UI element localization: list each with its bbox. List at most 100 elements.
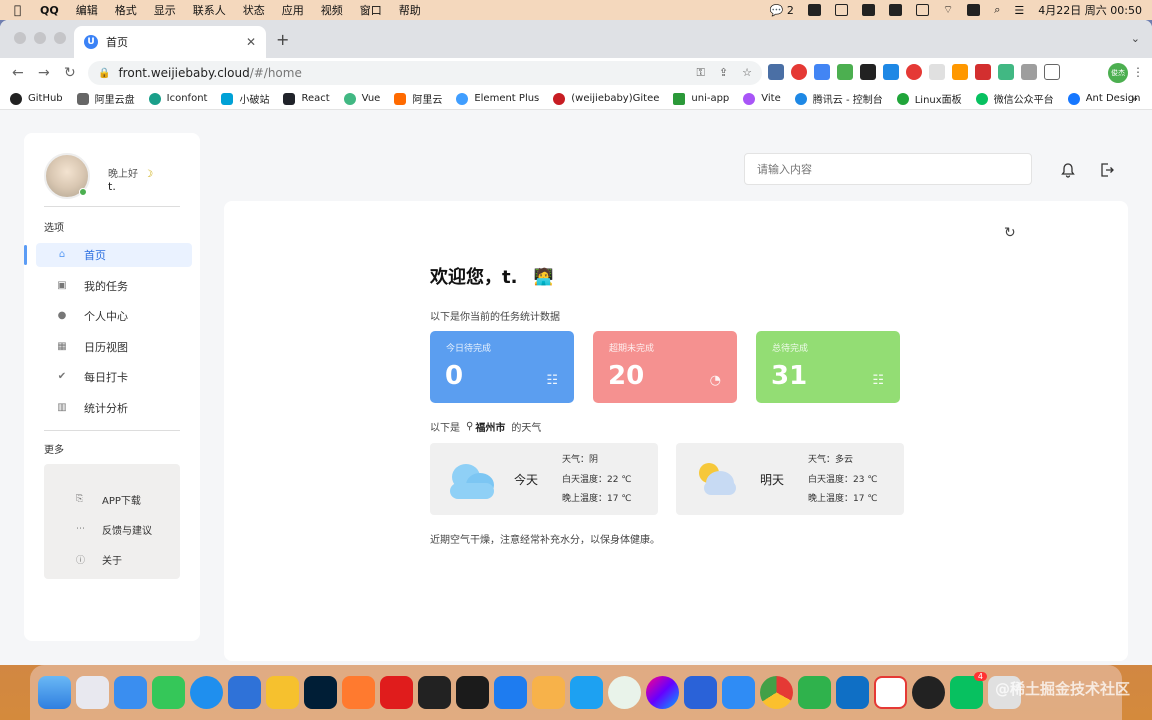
sidebar-item-check-in[interactable]: ✔ 每日打卡 (36, 365, 192, 389)
wechat-dock-icon[interactable]: 4 (950, 672, 987, 709)
activity-monitor-icon[interactable] (456, 676, 489, 709)
bookmark-github[interactable]: GitHub (10, 92, 63, 105)
tray-app-icon[interactable] (888, 4, 902, 16)
share-icon[interactable]: ⇪ (719, 66, 728, 80)
clock[interactable]: 4月22日 周六 00:50 (1038, 2, 1142, 18)
photoshop-icon[interactable] (304, 676, 337, 709)
menu-apps[interactable]: 应用 (282, 2, 304, 18)
notes-app-icon[interactable] (266, 676, 299, 709)
extension-icon[interactable] (952, 64, 968, 80)
new-tab-button[interactable]: + (276, 30, 289, 49)
bookmark-tencent-cloud[interactable]: 腾讯云 - 控制台 (794, 91, 883, 106)
terminal-icon[interactable] (418, 676, 451, 709)
tray-app-icon[interactable] (807, 4, 821, 16)
key-icon[interactable]: ⚿ (697, 66, 705, 80)
lanhu-icon[interactable] (494, 676, 527, 709)
extension-adblock-icon[interactable] (791, 64, 807, 80)
sidebar-item-home[interactable]: ⌂ 首页 (24, 243, 192, 267)
bell-icon[interactable] (1060, 162, 1076, 178)
bookmark-vue[interactable]: Vue (343, 92, 380, 105)
bookmark-react[interactable]: React (283, 92, 330, 105)
back-button[interactable]: ← (12, 65, 26, 81)
zoom-window-button[interactable] (54, 32, 66, 44)
reload-button[interactable]: ↻ (64, 65, 78, 81)
menu-help[interactable]: 帮助 (399, 2, 421, 18)
youdao-icon[interactable] (380, 676, 413, 709)
teambition-icon[interactable] (570, 676, 603, 709)
network-app-icon[interactable] (228, 676, 261, 709)
launchpad-icon[interactable] (76, 676, 109, 709)
safari-icon[interactable] (190, 676, 223, 709)
menu-edit[interactable]: 编辑 (76, 2, 98, 18)
close-window-button[interactable] (14, 32, 26, 44)
lock-icon[interactable]: 🔒 (98, 68, 110, 79)
tab-search-chevron-icon[interactable]: ⌄ (1131, 32, 1140, 45)
input-method-icon[interactable] (967, 4, 981, 16)
monitor-app-icon[interactable] (684, 676, 717, 709)
bookmark-bilibili[interactable]: 小破站 (221, 91, 269, 106)
tab-home[interactable]: U 首页 ✕ (74, 26, 266, 58)
apple-menu-icon[interactable]:  (14, 3, 28, 17)
more-item-app-download[interactable]: ⎘ APP下载 (44, 484, 180, 514)
bookmark-aliyun[interactable]: 阿里云 (394, 91, 442, 106)
wifi-icon[interactable]: ⌔ (943, 3, 953, 17)
bookmark-element-plus[interactable]: Element Plus (456, 92, 539, 105)
finder-icon[interactable] (38, 676, 71, 709)
bookmark-star-icon[interactable]: ☆ (742, 66, 752, 80)
browser-menu-icon[interactable]: ⋮ (1132, 65, 1144, 79)
close-tab-icon[interactable]: ✕ (246, 35, 256, 49)
stat-card-total-pending[interactable]: 总待完成 31 ☷ (756, 331, 900, 403)
bookmark-vite[interactable]: Vite (743, 92, 781, 105)
fusion-app-icon[interactable] (532, 676, 565, 709)
profile-avatar[interactable]: 俊杰 (1108, 63, 1128, 83)
menu-window[interactable]: 窗口 (360, 2, 382, 18)
bookmark-gitee[interactable]: (weijiebaby)Gitee (553, 92, 659, 105)
extension-block-icon[interactable] (906, 64, 922, 80)
bookmark-uni-app[interactable]: uni-app (673, 92, 729, 105)
tray-app-icon[interactable] (861, 4, 875, 16)
extension-icon[interactable] (883, 64, 899, 80)
hbuilder-icon[interactable] (798, 676, 831, 709)
vscode-icon[interactable] (836, 676, 869, 709)
wps-icon[interactable] (874, 676, 907, 709)
mail-icon[interactable] (114, 676, 147, 709)
wechat-tray-icon[interactable]: 💬 2 (770, 4, 794, 17)
address-bar[interactable]: 🔒 front.weijiebaby.cloud/#/home ⚿ ⇪ ☆ (88, 61, 762, 85)
extension-save-icon[interactable] (768, 64, 784, 80)
wechat-work-icon[interactable] (608, 676, 641, 709)
extension-icon[interactable] (860, 64, 876, 80)
tray-app-icon[interactable] (834, 4, 848, 16)
more-item-feedback[interactable]: ⋯ 反馈与建议 (44, 514, 180, 544)
chrome-icon[interactable] (760, 676, 793, 709)
search-input[interactable] (757, 162, 1017, 176)
bookmark-linux-panel[interactable]: Linux面板 (896, 91, 962, 106)
facetime-icon[interactable] (152, 676, 185, 709)
menu-contacts[interactable]: 联系人 (193, 2, 226, 18)
spotlight-icon[interactable]: ⌕ (994, 3, 1000, 17)
extensions-puzzle-icon[interactable] (1021, 64, 1037, 80)
control-center-icon[interactable]: ☰ (1014, 4, 1024, 17)
minimize-window-button[interactable] (34, 32, 46, 44)
menu-view[interactable]: 显示 (154, 2, 176, 18)
menu-video[interactable]: 视频 (321, 2, 343, 18)
stat-card-overdue[interactable]: 超期未完成 20 ◔ (593, 331, 737, 403)
bookmark-ant-design[interactable]: Ant Design (1067, 92, 1141, 105)
extension-off-icon[interactable] (837, 64, 853, 80)
side-panel-icon[interactable] (1044, 64, 1060, 80)
feishu-icon[interactable] (722, 676, 755, 709)
extension-vue-devtools-icon[interactable] (998, 64, 1014, 80)
arc-icon[interactable] (646, 676, 679, 709)
menu-status[interactable]: 状态 (243, 2, 265, 18)
sidebar-item-my-tasks[interactable]: ▣ 我的任务 (36, 274, 192, 298)
bookmark-wechat-mp[interactable]: 微信公众平台 (975, 91, 1054, 106)
app-menu[interactable]: QQ (40, 4, 59, 17)
stat-card-today-pending[interactable]: 今日待完成 0 ☷ (430, 331, 574, 403)
pen-app-icon[interactable] (342, 676, 375, 709)
sidebar-item-profile[interactable]: ● 个人中心 (36, 304, 192, 328)
extension-translate-icon[interactable] (814, 64, 830, 80)
menu-format[interactable]: 格式 (115, 2, 137, 18)
sidebar-item-calendar[interactable]: ▦ 日历视图 (36, 335, 192, 359)
extension-fe-icon[interactable] (975, 64, 991, 80)
battery-icon[interactable] (915, 4, 929, 16)
forward-button[interactable]: → (38, 65, 52, 81)
